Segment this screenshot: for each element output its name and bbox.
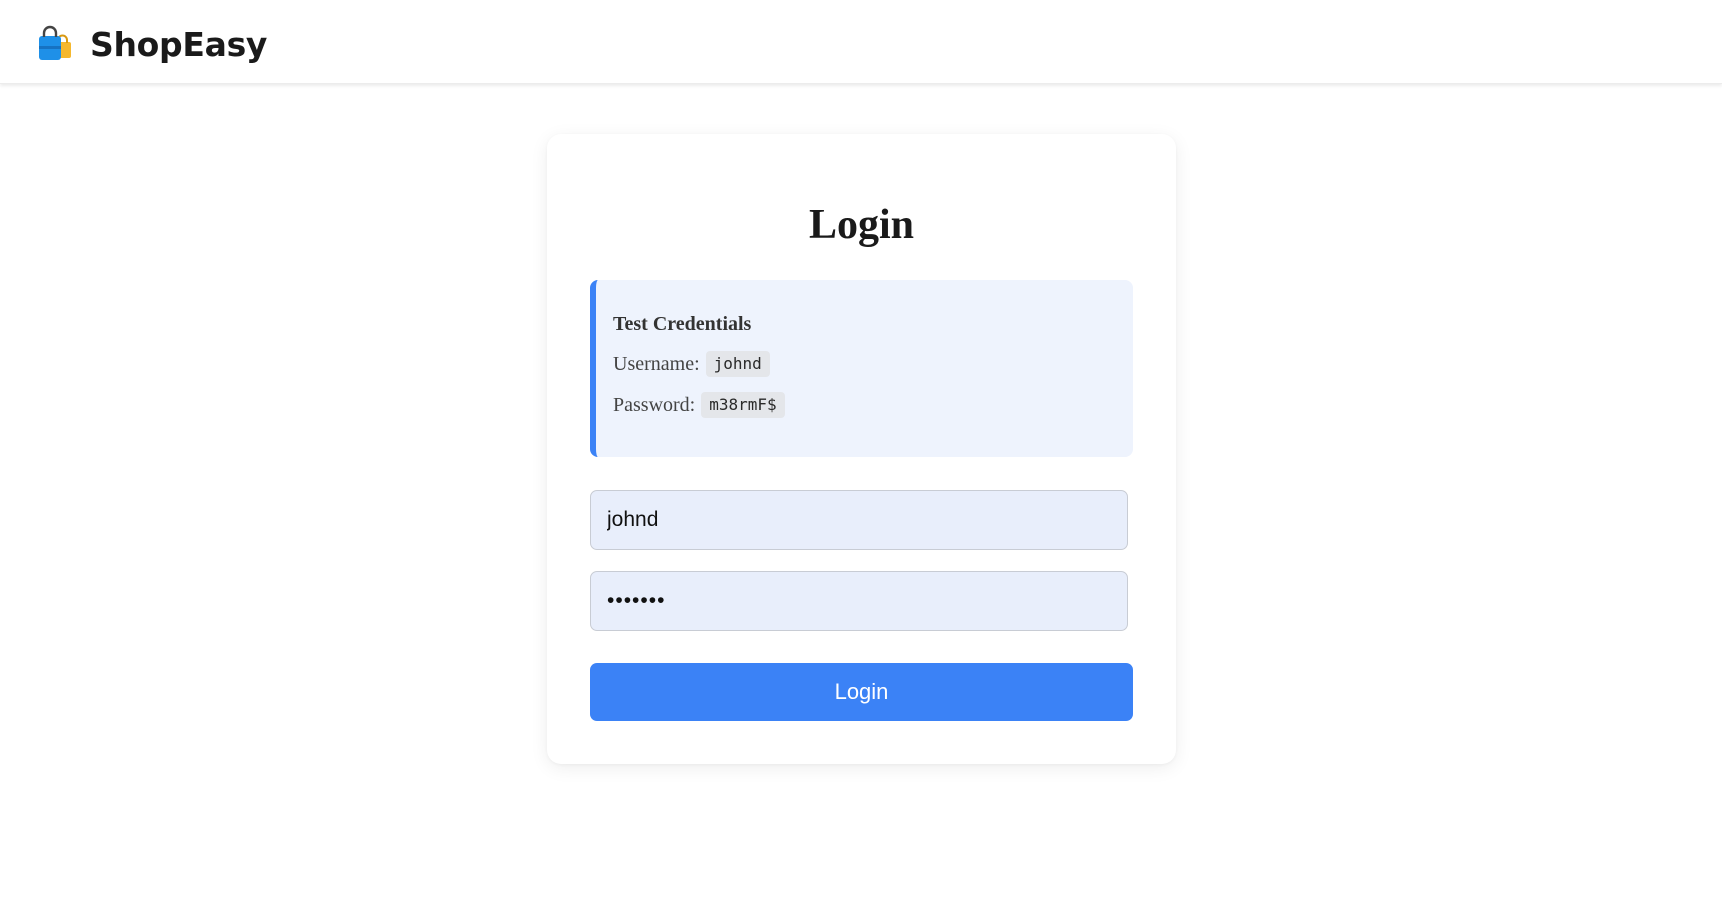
site-header: ShopEasy (0, 0, 1722, 84)
login-card: Login Test Credentials Username: johnd P… (547, 134, 1176, 764)
credentials-password-value: m38rmF$ (701, 392, 785, 418)
test-credentials-box: Test Credentials Username: johnd Passwor… (590, 280, 1133, 457)
password-input[interactable] (590, 571, 1128, 631)
username-input[interactable] (590, 490, 1128, 550)
login-button[interactable]: Login (590, 663, 1133, 721)
credentials-password-label: Password: (613, 394, 696, 416)
shopping-bags-icon (39, 25, 71, 60)
credentials-username-row: Username: johnd (613, 350, 1133, 378)
credentials-username-value: johnd (705, 351, 770, 377)
credentials-heading: Test Credentials (613, 313, 752, 335)
brand-name: ShopEasy (90, 24, 268, 64)
brand-logo-link[interactable]: ShopEasy (36, 22, 267, 66)
credentials-username-label: Username: (613, 353, 700, 375)
credentials-password-row: Password: m38rmF$ (613, 391, 1133, 419)
page-title: Login (808, 202, 915, 248)
